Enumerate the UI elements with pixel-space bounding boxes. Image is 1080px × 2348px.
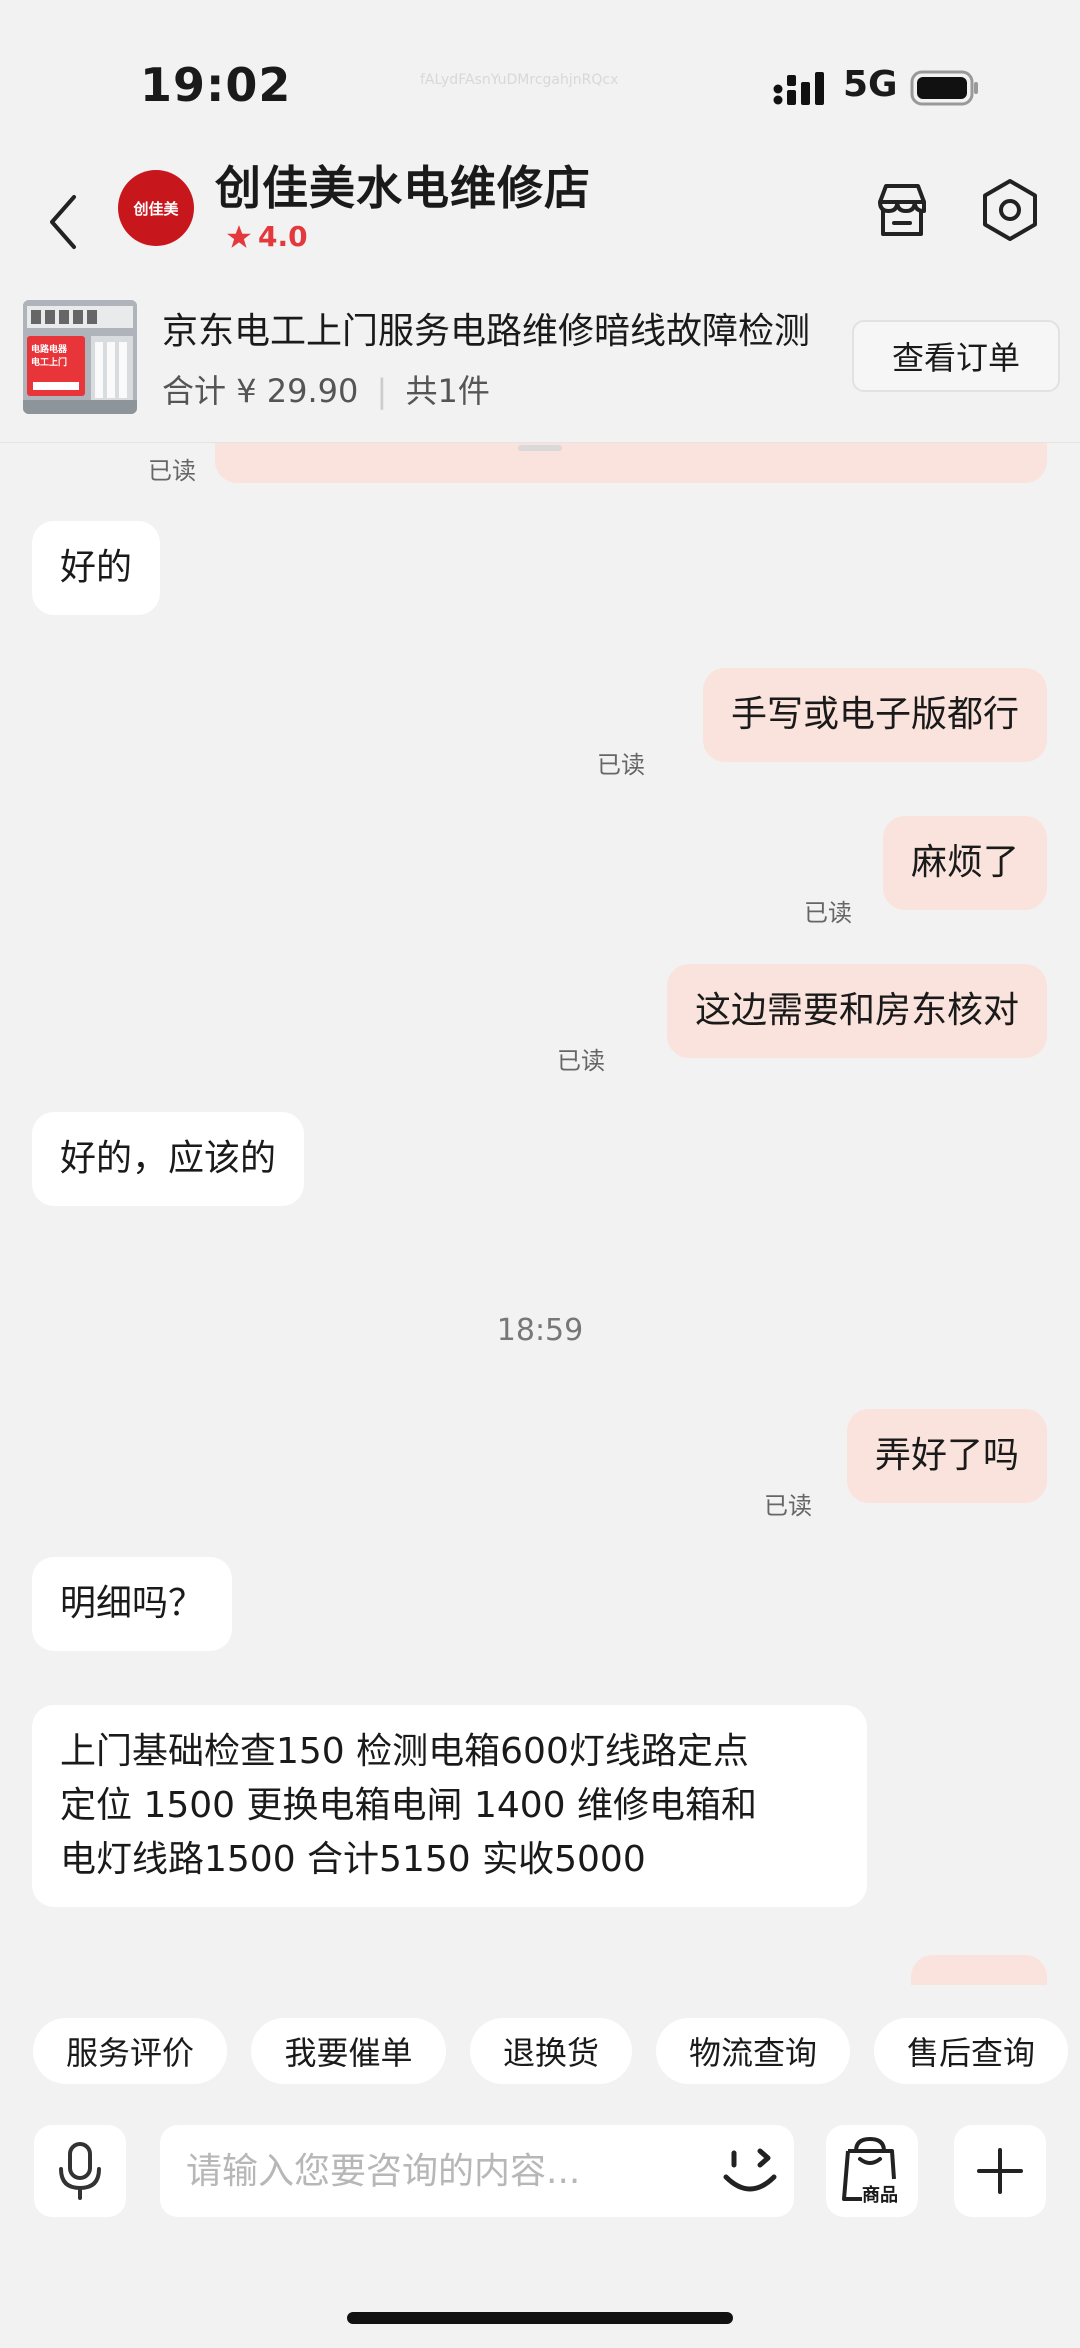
- drag-handle[interactable]: [518, 445, 562, 451]
- thumb-text-2: 电工上门: [31, 358, 68, 368]
- product-thumbnail[interactable]: 电路电器 电工上门: [23, 300, 137, 414]
- shop-name[interactable]: 创佳美水电维修店: [215, 152, 591, 218]
- more-button[interactable]: [954, 2125, 1046, 2217]
- goods-button[interactable]: 商品: [826, 2125, 918, 2217]
- message-line: 电灯线路1500 合计5150 实收5000: [60, 1839, 646, 1880]
- order-summary: 合计 ¥ 29.90 | 共1件: [162, 372, 490, 410]
- star-icon: [227, 224, 251, 248]
- battery-icon: [910, 70, 978, 106]
- order-card[interactable]: 电路电器 电工上门 京东电工上门服务电路维修暗线故障检测 合计 ¥ 29.90 …: [0, 290, 1080, 443]
- read-receipt: 已读: [557, 1047, 605, 1075]
- settings-icon[interactable]: [980, 178, 1040, 242]
- chip-service-review[interactable]: 服务评价: [33, 2018, 227, 2084]
- view-order-button[interactable]: 查看订单: [852, 320, 1060, 392]
- microphone-icon: [59, 2142, 101, 2200]
- shop-rating: 4.0: [226, 220, 308, 253]
- network-type: 5G: [843, 64, 898, 105]
- message-bubble-partial[interactable]: [215, 443, 1047, 483]
- total-label: 合计: [162, 372, 227, 410]
- message-line: 定位 1500 更换电箱电闸 1400 维修电箱和: [60, 1785, 758, 1826]
- read-receipt: 已读: [597, 751, 645, 779]
- chip-urge-order[interactable]: 我要催单: [251, 2018, 446, 2084]
- message-bubble-incoming[interactable]: 好的: [32, 521, 161, 615]
- message-bubble-outgoing[interactable]: 弄好了吗: [846, 1409, 1047, 1503]
- message-bubble-outgoing[interactable]: 这边需要和房东核对: [666, 964, 1047, 1058]
- status-bar: 19:02 fALydFAsnYuDMrcgahjnRQcx 5G: [0, 0, 1080, 150]
- chat-timestamp: 18:59: [496, 1313, 584, 1348]
- status-time: 19:02: [140, 58, 292, 112]
- plus-icon: [977, 2148, 1023, 2194]
- chip-after-sales[interactable]: 售后查询: [874, 2018, 1068, 2084]
- message-bubble-outgoing[interactable]: 麻烦了: [882, 816, 1047, 910]
- chip-logistics[interactable]: 物流查询: [656, 2018, 850, 2084]
- goods-label: 商品: [862, 2185, 898, 2206]
- total-amount: ¥ 29.90: [236, 372, 359, 410]
- read-receipt: 已读: [804, 899, 852, 927]
- message-line: 上门基础检查150 检测电箱600灯线路定点: [60, 1731, 749, 1772]
- chevron-left-icon: [50, 195, 76, 249]
- home-indicator[interactable]: [347, 2312, 733, 2324]
- back-button[interactable]: [38, 182, 88, 262]
- input-bar: 商品: [0, 2125, 1080, 2221]
- message-input[interactable]: [160, 2125, 794, 2217]
- message-bubble-incoming[interactable]: 上门基础检查150 检测电箱600灯线路定点 定位 1500 更换电箱电闸 14…: [32, 1705, 867, 1907]
- shop-avatar[interactable]: 创佳美: [118, 170, 194, 246]
- message-bubble-incoming[interactable]: 好的，应该的: [32, 1112, 305, 1206]
- watermark-text: fALydFAsnYuDMrcgahjnRQcx: [420, 72, 619, 88]
- order-title[interactable]: 京东电工上门服务电路维修暗线故障检测: [162, 302, 822, 354]
- voice-button[interactable]: [34, 2125, 126, 2217]
- message-bubble-partial[interactable]: [911, 1955, 1047, 1985]
- thumb-text-1: 电路电器: [31, 345, 68, 355]
- message-bubble-incoming[interactable]: 明细吗？: [32, 1557, 233, 1651]
- rating-value: 4.0: [258, 220, 308, 253]
- chat-list[interactable]: 已读 好的 手写或电子版都行 已读 麻烦了 已读 这边需要和房东核对 已读 好的…: [0, 443, 1080, 1985]
- chip-return-exchange[interactable]: 退换货: [470, 2018, 632, 2084]
- read-receipt: 已读: [148, 457, 196, 485]
- item-count: 共1件: [405, 372, 490, 410]
- emoji-icon[interactable]: [718, 2139, 782, 2203]
- signal-icon: [773, 72, 824, 105]
- quick-actions: 服务评价 我要催单 退换货 物流查询 售后查询: [0, 2018, 1080, 2088]
- message-bubble-outgoing[interactable]: 手写或电子版都行: [702, 668, 1047, 762]
- store-icon[interactable]: [872, 180, 932, 240]
- read-receipt: 已读: [764, 1492, 812, 1520]
